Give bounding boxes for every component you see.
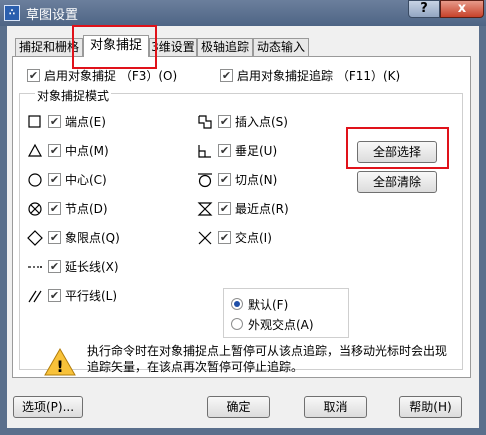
left-snap-checkbox-0[interactable]: ✔ — [48, 115, 61, 128]
tab-dynamic-input[interactable]: 动态输入 — [253, 38, 309, 56]
right-snap-checkbox-2[interactable]: ✔ — [218, 173, 231, 186]
node-icon — [27, 201, 43, 217]
select-all-button[interactable]: 全部选择 — [357, 141, 437, 163]
left-snap-label-5: 延长线(X) — [65, 260, 119, 274]
dialog-window: ∴ 草图设置 ? x 捕捉和栅格 对象捕捉 3维设置 极轴追踪 动态输入 ✔ 启… — [0, 0, 486, 435]
left-snap-label-2: 中心(C) — [65, 173, 107, 187]
right-snap-label-4: 交点(I) — [235, 231, 272, 245]
title-bar[interactable]: ∴ 草图设置 ? x — [0, 0, 486, 26]
left-snap-checkbox-1[interactable]: ✔ — [48, 144, 61, 157]
right-snap-checkbox-4[interactable]: ✔ — [218, 231, 231, 244]
svg-text:!: ! — [56, 357, 63, 376]
parallel-icon — [27, 288, 43, 304]
options-button[interactable]: 选项(P)... — [13, 396, 83, 418]
left-snap-label-1: 中点(M) — [65, 144, 109, 158]
triangle-icon — [27, 143, 43, 159]
left-snap-checkbox-2[interactable]: ✔ — [48, 173, 61, 186]
help-title-button[interactable]: ? — [408, 0, 440, 18]
left-snap-label-4: 象限点(Q) — [65, 231, 120, 245]
left-snap-checkbox-3[interactable]: ✔ — [48, 202, 61, 215]
enable-tracking-label: 启用对象捕捉追踪 （F11）(K) — [237, 69, 401, 83]
right-snap-label-3: 最近点(R) — [235, 202, 289, 216]
square-icon — [27, 114, 43, 130]
tab-polar-tracking[interactable]: 极轴追踪 — [197, 38, 253, 56]
diamond-icon — [27, 230, 43, 246]
tab-3d-settings[interactable]: 3维设置 — [149, 38, 197, 56]
intersection-icon — [197, 230, 213, 246]
enable-tracking-checkbox[interactable]: ✔ — [220, 69, 233, 82]
right-snap-checkbox-0[interactable]: ✔ — [218, 115, 231, 128]
clear-all-button[interactable]: 全部清除 — [357, 171, 437, 193]
circle-icon — [27, 172, 43, 188]
left-snap-checkbox-6[interactable]: ✔ — [48, 289, 61, 302]
nearest-icon — [197, 201, 213, 217]
tab-snap-grid[interactable]: 捕捉和栅格 — [15, 38, 83, 56]
left-snap-label-0: 端点(E) — [65, 115, 106, 129]
info-text: 执行命令时在对象捕捉点上暂停可从该点追踪，当移动光标时会出现追踪矢量，在该点再次… — [87, 344, 448, 374]
right-snap-label-0: 插入点(S) — [235, 115, 288, 129]
default-radio[interactable] — [231, 298, 243, 310]
tab-object-snap[interactable]: 对象捕捉 — [83, 35, 149, 57]
right-snap-label-2: 切点(N) — [235, 173, 278, 187]
left-snap-checkbox-5[interactable]: ✔ — [48, 260, 61, 273]
left-snap-label-6: 平行线(L) — [65, 289, 118, 303]
help-button[interactable]: 帮助(H) — [399, 396, 462, 418]
left-snap-label-3: 节点(D) — [65, 202, 108, 216]
ok-button[interactable]: 确定 — [207, 396, 270, 418]
enable-snap-checkbox[interactable]: ✔ — [27, 69, 40, 82]
extension-icon — [27, 259, 43, 275]
tangent-icon — [197, 172, 213, 188]
warning-icon: ! — [43, 347, 77, 377]
enable-snap-label: 启用对象捕捉 （F3）(O) — [44, 69, 178, 83]
snap-modes-title: 对象捕捉模式 — [35, 87, 112, 104]
window-title: 草图设置 — [26, 8, 79, 23]
tab-panel: ✔ 启用对象捕捉 （F3）(O) ✔ 启用对象捕捉追踪 （F11）(K) 对象捕… — [12, 56, 471, 378]
apparent-intersection-radio[interactable] — [231, 318, 243, 330]
apparent-intersection-label: 外观交点(A) — [248, 318, 314, 332]
default-radio-label: 默认(F) — [248, 298, 289, 312]
right-snap-checkbox-1[interactable]: ✔ — [218, 144, 231, 157]
perpendicular-icon — [197, 143, 213, 159]
close-button[interactable]: x — [440, 0, 484, 18]
left-snap-checkbox-4[interactable]: ✔ — [48, 231, 61, 244]
dialog-body: 捕捉和栅格 对象捕捉 3维设置 极轴追踪 动态输入 ✔ 启用对象捕捉 （F3）(… — [7, 25, 479, 428]
right-snap-checkbox-3[interactable]: ✔ — [218, 202, 231, 215]
insert-icon — [197, 114, 213, 130]
right-snap-label-1: 垂足(U) — [235, 144, 278, 158]
app-icon: ∴ — [4, 5, 20, 21]
cancel-button[interactable]: 取消 — [304, 396, 367, 418]
